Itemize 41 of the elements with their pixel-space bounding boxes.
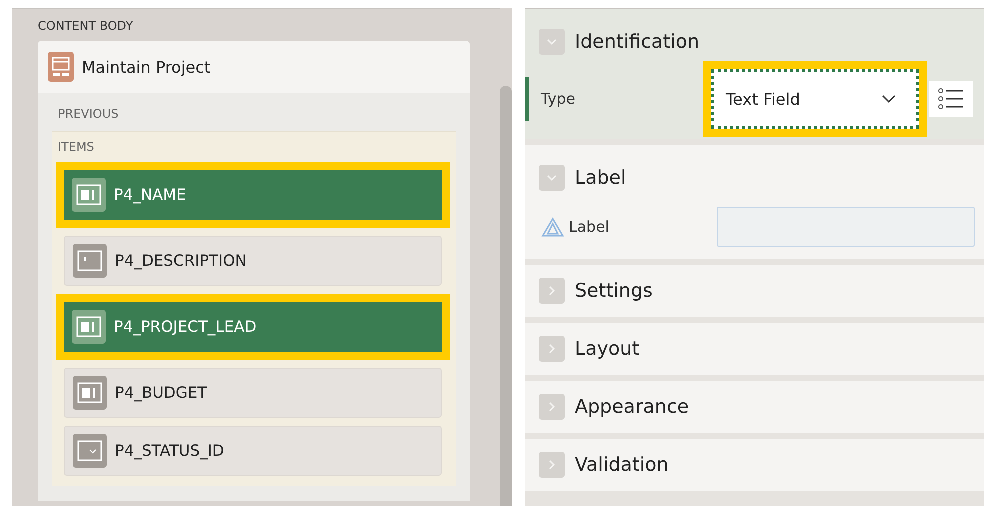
region-icon	[48, 52, 74, 82]
group-title: Settings	[575, 280, 653, 302]
scrollbar-thumb[interactable]	[500, 86, 512, 506]
item-name: P4_STATUS_ID	[115, 442, 224, 460]
page-item[interactable]: P4_BUDGET	[64, 368, 442, 418]
toggle-button[interactable]	[539, 336, 565, 362]
position-label: PREVIOUS	[57, 106, 120, 123]
item-type-icon	[73, 376, 107, 410]
page-item[interactable]: P4_NAME	[56, 162, 450, 228]
section-heading: CONTENT BODY	[38, 19, 134, 33]
item-name: P4_NAME	[114, 186, 186, 204]
group-title: Validation	[575, 454, 669, 476]
group-title: Identification	[575, 31, 700, 53]
item-name: P4_PROJECT_LEAD	[114, 318, 257, 336]
items-label: ITEMS	[58, 140, 96, 154]
item-name: P4_DESCRIPTION	[115, 252, 247, 270]
property-label: Label	[541, 217, 610, 237]
property-label: Type	[541, 90, 576, 108]
toggle-button[interactable]	[539, 29, 565, 55]
group-title: Label	[575, 167, 626, 189]
group-title: Layout	[575, 338, 640, 360]
item-name: P4_BUDGET	[115, 384, 208, 402]
item-type-icon	[72, 178, 106, 212]
warning-triangle-icon	[541, 217, 565, 237]
page-item[interactable]: P4_STATUS_ID	[64, 426, 442, 476]
dropdown-chevron-icon	[882, 94, 896, 104]
group-title: Appearance	[575, 396, 690, 418]
region-title: Maintain Project	[82, 58, 211, 76]
list-button[interactable]	[929, 81, 973, 117]
toggle-button[interactable]	[539, 278, 565, 304]
toggle-button[interactable]	[539, 452, 565, 478]
page-item[interactable]: P4_DESCRIPTION	[64, 236, 442, 286]
page-item[interactable]: P4_PROJECT_LEAD	[56, 294, 450, 360]
item-type-icon	[72, 310, 106, 344]
item-type-icon	[73, 434, 107, 468]
type-select[interactable]: Text Field	[711, 69, 919, 129]
item-type-icon	[73, 244, 107, 278]
toggle-button[interactable]	[539, 394, 565, 420]
toggle-button[interactable]	[539, 165, 565, 191]
label-input-field[interactable]	[717, 207, 975, 247]
list-icon	[938, 88, 964, 110]
